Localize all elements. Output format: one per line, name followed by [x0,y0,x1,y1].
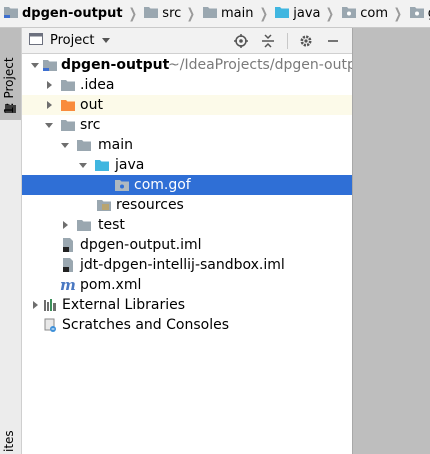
tree-label: java [115,157,145,173]
navigation-bar: dpgen-output ❯ src ❯ main ❯ java ❯ com ❯… [0,0,430,28]
tree-row-main[interactable]: main [22,135,352,155]
hide-icon[interactable] [325,33,341,49]
crumb-label: main [221,6,254,21]
module-folder-icon [3,4,19,24]
tree-label: dpgen-output.iml [80,237,202,253]
chevron-right-icon: ❯ [128,5,137,22]
expand-arrow-right-icon[interactable] [60,220,70,230]
source-folder-icon [94,157,110,173]
source-folder-icon [274,4,290,24]
expand-arrow-down-icon[interactable] [44,120,54,130]
tree-row-scratches[interactable]: Scratches and Consoles [22,315,352,335]
tree-label: jdt-dpgen-intellij-sandbox.iml [80,257,285,273]
chevron-right-icon: ❯ [393,5,402,22]
tree-label: Scratches and Consoles [62,317,229,333]
module-folder-icon [42,57,58,73]
tree-row-external-libraries[interactable]: External Libraries [22,295,352,315]
tree-label: src [80,117,101,133]
tree-row-com-gof[interactable]: com.gof [22,175,352,195]
libraries-icon [42,297,58,313]
scratches-icon [42,317,58,333]
tree-row-idea[interactable]: .idea [22,75,352,95]
collapse-all-icon[interactable] [260,33,276,49]
settings-icon[interactable] [298,33,314,49]
project-view-selector[interactable]: Project [28,31,111,51]
expand-arrow-right-icon[interactable] [30,300,40,310]
crumb-gof[interactable]: gof [409,0,430,27]
tree-row-out[interactable]: out [22,95,352,115]
crumb-label: dpgen-output [22,6,123,21]
panel-toolbar [233,28,352,54]
tree-row-root[interactable]: dpgen-output ~/IdeaProjects/dpgen-output [22,55,352,75]
project-tool-tab-label: 1: Project [2,57,16,114]
tree-label: out [80,97,103,113]
maven-file-icon: m [60,276,76,294]
expand-arrow-right-icon[interactable] [44,100,54,110]
favorites-tool-tab-label[interactable]: ites [2,430,16,452]
resources-folder-icon [96,197,112,213]
project-panel: Project dpgen-output ~/IdeaProjects/dpge… [22,28,352,454]
panel-title: Project [50,33,95,48]
package-icon [114,177,130,193]
tree-row-iml-2[interactable]: jdt-dpgen-intellij-sandbox.iml [22,255,352,275]
expand-arrow-down-icon[interactable] [60,140,70,150]
project-icon [28,31,44,51]
tree-label: .idea [80,77,115,93]
folder-icon [60,77,76,93]
tree-row-test[interactable]: test [22,215,352,235]
dropdown-arrow-icon [102,38,111,43]
tree-label: test [98,217,125,233]
tree-row-resources[interactable]: resources [22,195,352,215]
expand-arrow-right-icon[interactable] [44,80,54,90]
crumb-label: src [162,6,182,21]
excluded-folder-icon [60,97,76,113]
project-tool-tab[interactable]: 1: Project [0,28,21,120]
crumb-java[interactable]: java [274,0,320,27]
toolbar-separator [287,33,288,49]
package-icon [341,4,357,24]
crumb-com[interactable]: com [341,0,388,27]
tree-label: dpgen-output [61,57,170,73]
folder-icon [60,117,76,133]
folder-icon [76,137,92,153]
tree-label: main [98,137,133,153]
expand-arrow-down-icon[interactable] [30,60,40,70]
tree-label: pom.xml [80,277,142,293]
tree-row-iml-1[interactable]: dpgen-output.iml [22,235,352,255]
tree-label: External Libraries [62,297,185,313]
crumb-label: java [293,6,321,21]
crumb-project[interactable]: dpgen-output [3,0,123,27]
iml-file-icon [60,257,76,273]
chevron-right-icon: ❯ [326,5,335,22]
folder-icon [76,217,92,233]
tree-label: com.gof [134,177,191,193]
project-panel-header: Project [22,28,352,54]
tree-path: ~/IdeaProjects/dpgen-output [168,57,352,73]
tree-label: resources [116,197,184,213]
editor-area[interactable] [352,28,430,454]
crumb-src[interactable]: src [143,0,181,27]
tree-row-java[interactable]: java [22,155,352,175]
tool-window-stripe: 1: Project ites [0,28,22,454]
chevron-right-icon: ❯ [187,5,196,22]
iml-file-icon [60,237,76,253]
chevron-right-icon: ❯ [259,5,268,22]
tree-row-pom[interactable]: m pom.xml [22,275,352,295]
expand-arrow-down-icon[interactable] [78,160,88,170]
folder-icon [143,4,159,24]
package-icon [409,4,425,24]
locate-icon[interactable] [233,33,249,49]
tree-row-src[interactable]: src [22,115,352,135]
crumb-label: com [360,6,388,21]
folder-icon [202,4,218,24]
crumb-main[interactable]: main [202,0,254,27]
